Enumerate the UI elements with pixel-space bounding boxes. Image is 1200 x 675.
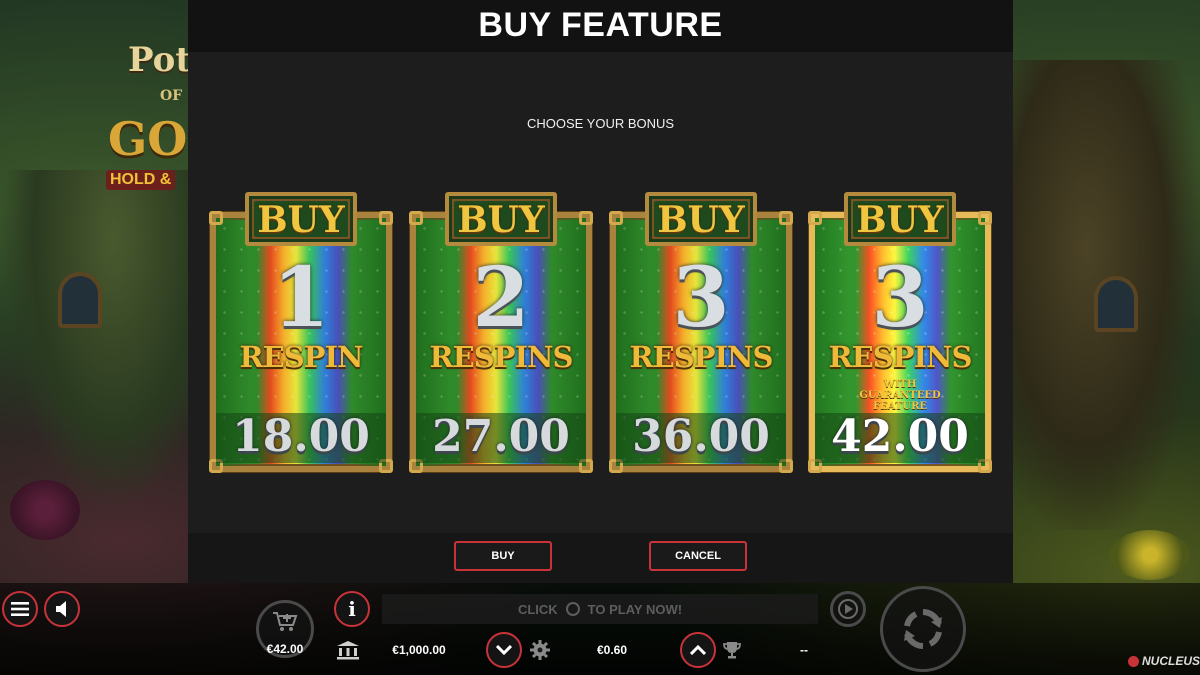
buy-feature-amount: €42.00 [266,642,304,656]
respin-label: RESPINS [629,340,774,374]
trophy-icon [723,642,741,659]
bet-value: €0.60 [596,643,628,657]
spin-icon [904,609,942,649]
win-value: -- [800,643,808,657]
background-flower [1110,530,1190,580]
bank-icon [337,641,359,660]
info-icon: i [348,597,356,621]
bet-decrease-button[interactable] [486,632,522,668]
info-button[interactable]: i [334,591,370,627]
respin-label: RESPINS [828,340,973,374]
modal-title: BUY FEATURE [188,0,1013,52]
game-screen: Pot OF GO HOLD & BUY FEATURE CHOOSE YOUR… [0,0,1200,675]
background-flower [10,480,80,540]
background-house-left [0,170,190,510]
cart-icon [273,612,298,631]
buy-plaque: BUY [645,192,757,246]
background-window [1094,276,1138,332]
buy-plaque: BUY [245,192,357,246]
click-prompt-right: TO PLAY NOW! [587,601,683,617]
background-window [58,272,102,328]
game-logo-text: OF [160,88,183,104]
chevron-up-icon [690,645,706,655]
menu-button[interactable] [2,591,38,627]
spin-button[interactable] [880,586,966,672]
modal-subtitle: CHOOSE YOUR BONUS [526,116,675,131]
modal-footer: BUY CANCEL [188,533,1013,583]
respin-label: RESPIN [239,340,363,374]
game-logo: Pot OF GO HOLD & [100,20,200,190]
balance-value: €1,000.00 [392,643,446,657]
buy-button[interactable]: BUY [454,541,552,571]
cancel-button[interactable]: CANCEL [649,541,747,571]
game-logo-text: HOLD & [106,170,176,190]
respin-count: 3 [672,250,730,346]
game-logo-text: GO [108,112,188,166]
buy-plaque-text: BUY [457,199,545,241]
sound-button[interactable] [44,591,80,627]
bonus-card-3-respins[interactable]: BUY 3 RESPINS 36.00 [609,192,793,473]
brand-logo: NUCLEUS [1128,654,1200,668]
buy-feature-modal: BUY FEATURE CHOOSE YOUR BONUS BUY 1 RESP… [188,0,1013,583]
bonus-card-2-respins[interactable]: BUY 2 RESPINS 27.00 [409,192,593,473]
bonus-card-1-respin[interactable]: BUY 1 RESPIN 18.00 [209,192,393,473]
click-prompt-left: CLICK [517,601,558,617]
respin-count: 1 [272,250,330,346]
sound-icon [56,601,66,617]
menu-icon [11,602,29,616]
autoplay-button[interactable] [830,591,866,627]
respin-count: 2 [472,250,530,346]
respin-count: 3 [871,250,929,346]
buy-plaque: BUY [445,192,557,246]
buy-plaque: BUY [844,192,956,246]
bonus-price: 18.00 [232,411,370,462]
click-to-play-prompt[interactable]: CLICK TO PLAY NOW! [382,594,818,624]
respin-sublabel: WITH GUARANTEED FEATURE [859,379,941,412]
spin-hint-icon [565,602,580,616]
settings-icon[interactable] [530,640,550,660]
game-logo-text: Pot [128,40,192,80]
bonus-card-3-respins-guaranteed[interactable]: BUY 3 RESPINS WITH GUARANTEED FEATURE 42… [808,192,992,473]
bonus-price: 42.00 [831,411,969,462]
autoplay-icon [838,599,858,619]
bonus-price: 36.00 [632,411,770,462]
buy-plaque-text: BUY [856,199,944,241]
bonus-price: 27.00 [432,411,570,462]
nucleus-logo-icon [1128,655,1139,667]
brand-name: NUCLEUS [1142,654,1200,668]
buy-plaque-text: BUY [657,199,745,241]
bet-increase-button[interactable] [680,632,716,668]
chevron-down-icon [496,645,512,655]
respin-label: RESPINS [429,340,574,374]
buy-plaque-text: BUY [257,199,345,241]
